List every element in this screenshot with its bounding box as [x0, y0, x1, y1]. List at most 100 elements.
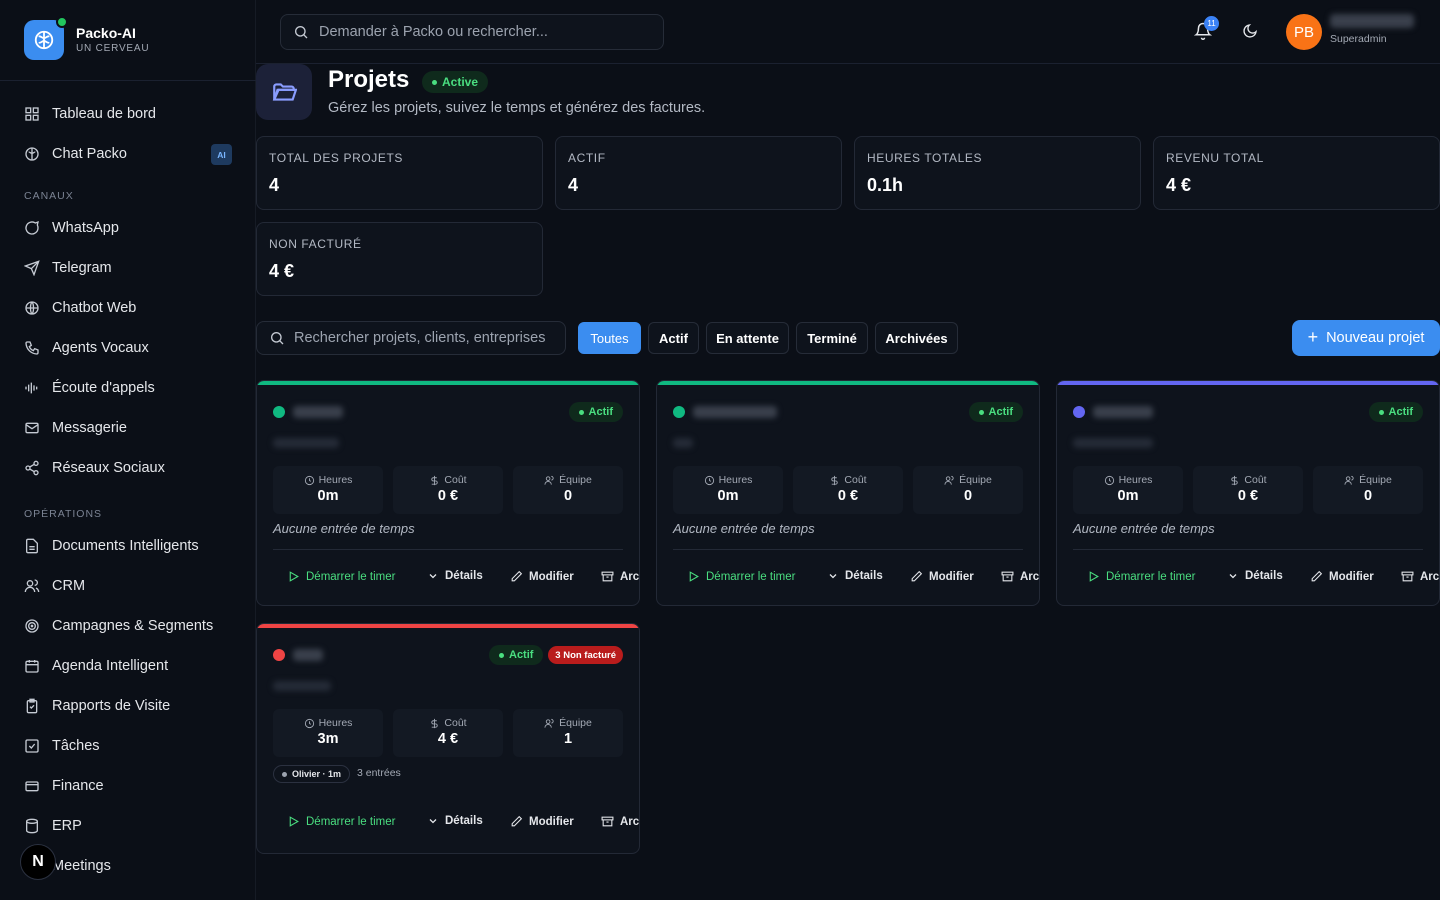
- project-status-badge: Actif: [968, 402, 1023, 422]
- sidebar-item-crm[interactable]: CRM: [0, 566, 256, 606]
- pencil-icon: [511, 815, 523, 827]
- edit-button[interactable]: Modifier: [510, 570, 574, 583]
- project-status-badge: Actif: [568, 402, 623, 422]
- metric-value: 0m: [717, 488, 739, 504]
- metric-cost: Coût 0 €: [1193, 466, 1303, 514]
- metric-label: Équipe: [1359, 474, 1392, 486]
- metric-label: Coût: [844, 474, 867, 486]
- sidebar-item-rapports[interactable]: Rapports de Visite: [0, 686, 256, 726]
- status-badge: Active: [422, 71, 489, 93]
- metric-hours: Heures 3m: [273, 709, 383, 757]
- project-card[interactable]: Actif Heures 0m Coût 0 € Équipe 0 Aucune…: [256, 380, 640, 606]
- start-timer-button[interactable]: Démarrer le timer: [1087, 570, 1195, 583]
- metric-value: 0 €: [1237, 488, 1259, 504]
- metric-value: 0: [1363, 488, 1373, 504]
- sidebar-item-telegram[interactable]: Telegram: [0, 248, 256, 288]
- sidebar-item-whatsapp[interactable]: WhatsApp: [0, 208, 256, 248]
- sidebar-item-dashboard[interactable]: Tableau de bord: [0, 94, 256, 134]
- chevron-down-icon: [429, 574, 437, 579]
- project-client-redacted: [273, 438, 339, 448]
- section-title-canaux: CANAUX: [24, 190, 74, 202]
- archive-button[interactable]: Arc: [1001, 570, 1039, 583]
- sidebar-item-campagnes[interactable]: Campagnes & Segments: [0, 606, 256, 646]
- sidebar-item-chatbot-web[interactable]: Chatbot Web: [0, 288, 256, 328]
- metric-hours: Heures 0m: [1073, 466, 1183, 514]
- clock-icon: [1104, 475, 1114, 485]
- start-timer-button[interactable]: Démarrer le timer: [287, 570, 395, 583]
- filter-tab-archivees[interactable]: Archivées: [875, 322, 958, 354]
- project-status-badge: Actif: [489, 645, 544, 665]
- sidebar-item-label: Réseaux Sociaux: [52, 460, 165, 476]
- filter-tab-termine[interactable]: Terminé: [796, 322, 868, 354]
- project-search[interactable]: [256, 321, 566, 355]
- project-client-redacted: [1073, 438, 1153, 448]
- avatar[interactable]: PB: [1286, 14, 1322, 50]
- metric-value: 0m: [1117, 488, 1139, 504]
- sidebar-item-messagerie[interactable]: Messagerie: [0, 408, 256, 448]
- users-icon: [544, 475, 554, 485]
- assistant-bubble[interactable]: N: [20, 844, 56, 880]
- start-timer-button[interactable]: Démarrer le timer: [687, 570, 795, 583]
- global-search-input[interactable]: [319, 24, 649, 40]
- brand-tagline: UN CERVEAU: [76, 43, 150, 54]
- filter-tab-en-attente[interactable]: En attente: [706, 322, 789, 354]
- pencil-icon: [1311, 570, 1323, 582]
- project-search-input[interactable]: [294, 330, 564, 346]
- share-icon: [25, 460, 39, 476]
- sidebar-item-agenda[interactable]: Agenda Intelligent: [0, 646, 256, 686]
- metric-value: 0m: [317, 488, 339, 504]
- edit-button[interactable]: Modifier: [910, 570, 974, 583]
- project-card[interactable]: Actif Heures 0m Coût 0 € Équipe 0 Aucune…: [656, 380, 1040, 606]
- project-card[interactable]: Actif Heures 0m Coût 0 € Équipe 0 Aucune…: [1056, 380, 1440, 606]
- sidebar-item-chat-packo[interactable]: Chat Packo AI: [0, 134, 256, 174]
- new-project-button[interactable]: + Nouveau projet: [1292, 320, 1440, 356]
- project-status-badge: Actif: [1368, 402, 1423, 422]
- edit-button[interactable]: Modifier: [1310, 570, 1374, 583]
- sidebar-item-label: Finance: [52, 778, 104, 794]
- dollar-icon: [1231, 475, 1239, 485]
- edit-button[interactable]: Modifier: [510, 815, 574, 828]
- sidebar-item-finance[interactable]: Finance: [0, 766, 256, 806]
- start-timer-label: Démarrer le timer: [1106, 570, 1196, 583]
- details-button[interactable]: Détails: [827, 570, 883, 582]
- stat-unbilled: NON FACTURÉ 4 €: [256, 222, 543, 296]
- dashboard-icon: [25, 107, 39, 121]
- details-button[interactable]: Détails: [427, 815, 483, 827]
- stat-value: 4 €: [269, 261, 295, 281]
- sidebar-item-documents[interactable]: Documents Intelligents: [0, 526, 256, 566]
- project-status: Actif: [588, 406, 613, 418]
- start-timer-button[interactable]: Démarrer le timer: [287, 815, 395, 828]
- archive-button[interactable]: Arc: [1401, 570, 1439, 583]
- pencil-icon: [911, 570, 923, 582]
- sidebar-item-ecoute-appels[interactable]: Écoute d'appels: [0, 368, 256, 408]
- project-card[interactable]: Actif 3 Non facturé Heures 3m Coût 4 € É…: [256, 623, 640, 854]
- details-label: Détails: [445, 815, 483, 827]
- details-button[interactable]: Détails: [1227, 570, 1283, 582]
- moon-icon[interactable]: [1242, 23, 1258, 39]
- new-project-label: Nouveau projet: [1326, 330, 1425, 346]
- metric-team: Équipe 1: [513, 709, 623, 757]
- sidebar-item-label: Messagerie: [52, 420, 127, 436]
- sidebar-item-taches[interactable]: Tâches: [0, 726, 256, 766]
- project-name-redacted: [1093, 406, 1153, 418]
- details-button[interactable]: Détails: [427, 570, 483, 582]
- stat-active: ACTIF 4: [555, 136, 842, 210]
- sidebar-item-label: CRM: [52, 578, 86, 594]
- sidebar-item-erp[interactable]: ERP: [0, 806, 256, 846]
- filter-tab-toutes[interactable]: Toutes: [578, 322, 641, 354]
- dollar-icon: [431, 718, 439, 728]
- unbilled-badge: 3 Non facturé: [548, 646, 623, 664]
- metric-team: Équipe 0: [513, 466, 623, 514]
- sidebar-item-reseaux-sociaux[interactable]: Réseaux Sociaux: [0, 448, 256, 488]
- edit-label: Modifier: [529, 815, 574, 828]
- global-search[interactable]: [280, 14, 664, 50]
- edit-label: Modifier: [1329, 570, 1374, 583]
- sidebar-item-agents-vocaux[interactable]: Agents Vocaux: [0, 328, 256, 368]
- archive-button[interactable]: Arc: [601, 815, 639, 828]
- archive-label: Arc: [1420, 570, 1440, 583]
- users-icon: [1344, 475, 1354, 485]
- stat-value: 0.1h: [867, 175, 904, 195]
- archive-button[interactable]: Arc: [601, 570, 639, 583]
- filter-tab-actif[interactable]: Actif: [648, 322, 699, 354]
- brand[interactable]: Packo-AI UN CERVEAU: [24, 16, 150, 60]
